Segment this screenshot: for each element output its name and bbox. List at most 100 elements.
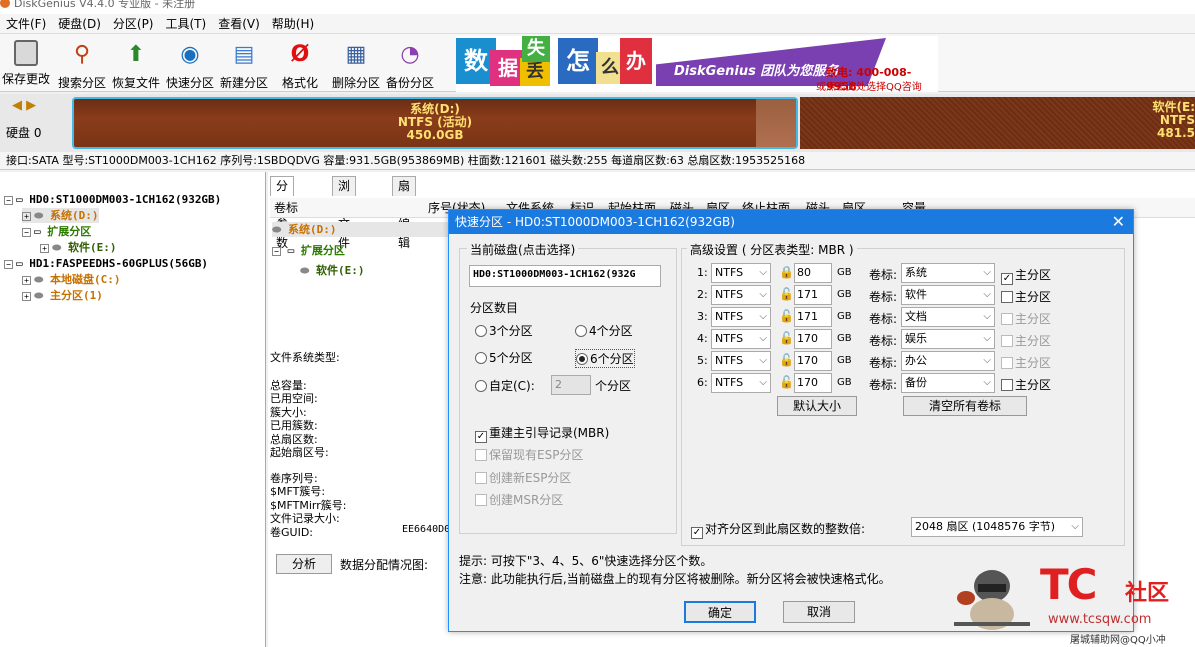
partition-size-input[interactable]: 80 [794, 263, 832, 283]
collapse-icon[interactable]: − [4, 195, 13, 205]
list-row-system[interactable]: ⬬ 系统(D:) [272, 222, 448, 237]
partition-size-input[interactable]: 170 [794, 351, 832, 371]
format-button[interactable]: Ø 格式化 [274, 38, 326, 90]
volume-label-select[interactable]: 文档 ⌵ [901, 307, 995, 327]
lock-open-icon[interactable]: 🔓 [779, 331, 794, 345]
align-select[interactable]: 2048 扇区 (1048576 字节) ⌵ [911, 517, 1083, 537]
list-row-software[interactable]: ⬬ 软件(E:) [300, 262, 365, 278]
tree-node-hd1[interactable]: − ▭ HD1:FASPEEDHS-60GPLUS(56GB) [4, 256, 208, 271]
expand-icon[interactable]: + [22, 291, 31, 301]
tab-partition-params[interactable]: 分区参数 [270, 176, 295, 250]
primary-checkbox[interactable]: 主分区 [1001, 332, 1051, 349]
partition-icon: ⬬ [52, 241, 62, 254]
volume-label-select[interactable]: 系统 ⌵ [901, 263, 995, 283]
collapse-icon[interactable]: − [272, 247, 281, 256]
menu-tools[interactable]: 工具(T) [160, 14, 213, 34]
tab-browse-files[interactable]: 浏览文件 [332, 176, 357, 250]
radio-6-partitions[interactable]: 6个分区 [575, 349, 635, 368]
lock-open-icon[interactable]: 🔓 [779, 375, 794, 389]
backup-partition-button[interactable]: ◔ 备份分区 [384, 38, 436, 90]
col-label[interactable]: 卷标 [274, 198, 298, 218]
lock-open-icon[interactable]: 🔓 [779, 353, 794, 367]
collapse-icon[interactable]: − [4, 259, 13, 269]
delete-partition-button[interactable]: ▦ 删除分区 [330, 38, 382, 90]
clear-labels-button[interactable]: 清空所有卷标 [903, 396, 1027, 416]
volume-label-select[interactable]: 软件 ⌵ [901, 285, 995, 305]
radio-icon-selected [576, 353, 588, 365]
menu-file[interactable]: 文件(F) [0, 14, 52, 34]
format-forbidden-icon: Ø [290, 42, 310, 67]
recover-files-button[interactable]: ⬆ 恢复文件 [110, 38, 162, 90]
partition-size-input[interactable]: 170 [794, 329, 832, 349]
primary-checkbox[interactable]: 主分区 [1001, 376, 1051, 393]
new-esp-checkbox[interactable]: 创建新ESP分区 [475, 469, 571, 486]
primary-checkbox[interactable]: 主分区 [1001, 310, 1051, 327]
partition-fs-select[interactable]: NTFS ⌵ [711, 373, 771, 393]
primary-checkbox[interactable]: 主分区 [1001, 288, 1051, 305]
primary-checkbox[interactable]: ✓ 主分区 [1001, 266, 1051, 285]
partition-icon: ⬬ [34, 273, 44, 286]
list-row-extended[interactable]: − ▭ 扩展分区 [272, 242, 345, 258]
custom-count-input[interactable]: 2 [551, 375, 591, 395]
quick-partition-button[interactable]: ◉ 快速分区 [164, 38, 216, 90]
partition-fs-select[interactable]: NTFS ⌵ [711, 351, 771, 371]
expand-icon[interactable]: + [22, 211, 31, 221]
partition-fs-select[interactable]: NTFS ⌵ [711, 285, 771, 305]
menu-disk[interactable]: 硬盘(D) [52, 14, 107, 34]
menu-partition[interactable]: 分区(P) [107, 14, 160, 34]
hdd-icon: ▭ [16, 193, 23, 206]
tree-node-main[interactable]: + ⬬ 主分区(1) [22, 288, 103, 303]
volume-label-select[interactable]: 娱乐 ⌵ [901, 329, 995, 349]
chevron-down-icon: ⌵ [983, 377, 991, 388]
radio-4-partitions[interactable]: 4个分区 [575, 322, 633, 339]
partition-size-input[interactable]: 170 [794, 373, 832, 393]
msr-checkbox[interactable]: 创建MSR分区 [475, 491, 563, 508]
current-disk-field[interactable]: HD0:ST1000DM003-1CH162(932G [469, 265, 661, 287]
next-disk-icon[interactable]: ▶ [26, 98, 36, 113]
cancel-button[interactable]: 取消 [783, 601, 855, 623]
partition-fs-select[interactable]: NTFS ⌵ [711, 307, 771, 327]
tree-node-system[interactable]: + ⬬ 系统(D:) [22, 208, 99, 223]
expand-icon[interactable]: + [22, 275, 31, 285]
rebuild-mbr-checkbox[interactable]: ✓ 重建主引导记录(MBR) [475, 424, 609, 443]
partition-block-system[interactable]: 系统(D:) NTFS (活动) 450.0GB [72, 97, 798, 149]
save-changes-button[interactable]: 保存更改 [0, 38, 52, 90]
disk-label: 硬盘 0 [6, 126, 42, 140]
radio-3-partitions[interactable]: 3个分区 [475, 322, 533, 339]
checkbox-icon [1001, 379, 1013, 391]
volume-label-select[interactable]: 办公 ⌵ [901, 351, 995, 371]
search-partition-button[interactable]: ⚲ 搜索分区 [56, 38, 108, 90]
analyze-button[interactable]: 分析 [276, 554, 332, 574]
collapse-icon[interactable]: − [22, 227, 31, 237]
tree-node-hd0[interactable]: − ▭ HD0:ST1000DM003-1CH162(932GB) [4, 192, 221, 207]
tree-node-extended[interactable]: − ▭ 扩展分区 [22, 224, 91, 239]
menu-help[interactable]: 帮助(H) [266, 14, 320, 34]
ad-banner[interactable]: 数 据 丢 失 怎 么 办 DiskGenius 团队为您服务 致电: 400-… [456, 36, 938, 92]
partition-fs-select[interactable]: NTFS ⌵ [711, 329, 771, 349]
partition-size-input[interactable]: 171 [794, 285, 832, 305]
volume-label-select[interactable]: 备份 ⌵ [901, 373, 995, 393]
expand-icon[interactable]: + [40, 243, 49, 253]
radio-5-partitions[interactable]: 5个分区 [475, 349, 533, 366]
partition-fs-select[interactable]: NTFS ⌵ [711, 263, 771, 283]
lock-open-icon[interactable]: 🔓 [779, 287, 794, 301]
primary-checkbox[interactable]: 主分区 [1001, 354, 1051, 371]
lock-open-icon[interactable]: 🔓 [779, 309, 794, 323]
prev-disk-icon[interactable]: ◀ [12, 98, 22, 113]
chevron-down-icon: ⌵ [759, 333, 767, 344]
radio-custom[interactable]: 自定(C): [475, 377, 535, 394]
default-size-button[interactable]: 默认大小 [777, 396, 857, 416]
tree-node-software[interactable]: + ⬬ 软件(E:) [40, 240, 117, 255]
align-checkbox[interactable]: ✓ 对齐分区到此扇区数的整数倍: [691, 520, 865, 539]
partition-size-input[interactable]: 171 [794, 307, 832, 327]
keep-esp-checkbox[interactable]: 保留现有ESP分区 [475, 446, 583, 463]
partition-block-software[interactable]: 软件(E: NTFS 481.5 [800, 97, 1195, 149]
data-distribution-label: 数据分配情况图: [340, 558, 429, 572]
menu-view[interactable]: 查看(V) [212, 14, 266, 34]
close-icon[interactable]: ✕ [1112, 210, 1125, 234]
lock-closed-icon[interactable]: 🔒 [779, 265, 794, 279]
tab-sector-edit[interactable]: 扇区编辑 [392, 176, 417, 250]
tree-node-local[interactable]: + ⬬ 本地磁盘(C:) [22, 272, 121, 287]
new-partition-button[interactable]: ▤ 新建分区 [218, 38, 270, 90]
ok-button[interactable]: 确定 [684, 601, 756, 623]
